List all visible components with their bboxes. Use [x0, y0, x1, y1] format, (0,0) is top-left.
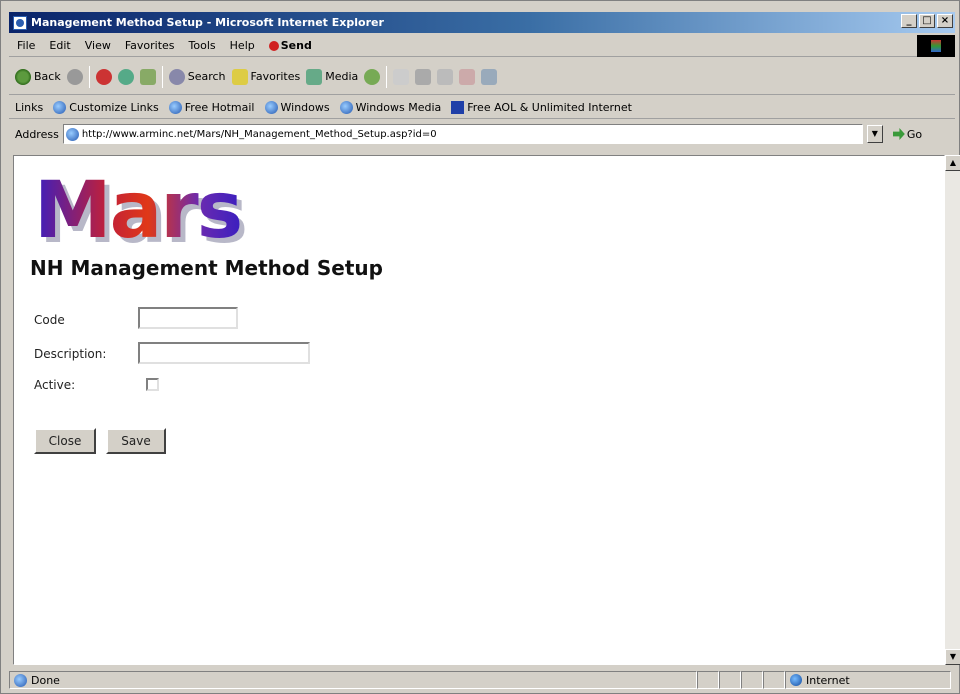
print-icon[interactable] — [415, 68, 432, 85]
discuss-icon[interactable] — [459, 68, 476, 85]
refresh-icon[interactable] — [117, 68, 134, 85]
status-bar: Done Internet — [9, 669, 955, 691]
browser-window: Management Method Setup - Microsoft Inte… — [0, 0, 960, 694]
toolbar-separator — [386, 65, 388, 88]
back-button[interactable]: Back — [15, 68, 61, 85]
window-title: Management Method Setup - Microsoft Inte… — [31, 16, 384, 29]
zone-label: Internet — [806, 673, 850, 687]
media-button[interactable]: Media — [306, 68, 359, 85]
links-bar: Links Customize Links Free Hotmail Windo… — [9, 97, 955, 119]
maximize-button[interactable]: □ — [919, 14, 935, 28]
search-icon — [168, 68, 185, 85]
menu-edit[interactable]: Edit — [49, 39, 70, 52]
menu-favorites[interactable]: Favorites — [125, 39, 175, 52]
send-icon — [268, 40, 279, 51]
active-checkbox[interactable] — [146, 378, 159, 391]
favorites-label: Favorites — [250, 70, 301, 83]
favorites-star-icon — [231, 68, 248, 85]
mars-logo: Mars — [34, 166, 243, 256]
description-input[interactable] — [138, 342, 310, 364]
vertical-scrollbar[interactable]: ▲ ▼ — [945, 155, 960, 665]
link-hotmail[interactable]: Free Hotmail — [168, 101, 255, 114]
go-button[interactable]: Go — [892, 127, 923, 141]
forward-arrow-icon[interactable] — [66, 68, 83, 85]
close-button[interactable]: Close — [34, 428, 96, 454]
go-arrow-icon — [892, 128, 905, 140]
ie-page-icon — [264, 101, 278, 114]
ie-page-icon — [53, 101, 67, 114]
link-windows[interactable]: Windows — [264, 101, 330, 114]
status-text-cell: Done — [9, 671, 697, 689]
description-label: Description: — [34, 347, 107, 361]
security-zone-cell: Internet — [785, 671, 951, 689]
send-label: Send — [280, 39, 312, 52]
search-label: Search — [187, 70, 226, 83]
media-icon — [306, 68, 323, 85]
address-url: http://www.arminc.net/Mars/NH_Management… — [81, 128, 437, 140]
favorites-button[interactable]: Favorites — [231, 68, 301, 85]
ie-page-icon — [168, 101, 182, 114]
link-label: Windows — [280, 101, 330, 114]
scroll-down-button[interactable]: ▼ — [945, 649, 960, 665]
standard-toolbar: Back Search Favorites Media — [9, 59, 955, 95]
menu-help[interactable]: Help — [230, 39, 255, 52]
toolbar-separator — [161, 65, 163, 88]
address-bar: Address http://www.arminc.net/Mars/NH_Ma… — [9, 121, 955, 147]
back-arrow-icon — [15, 68, 31, 85]
links-label: Links — [15, 101, 44, 114]
toolbar-separator — [88, 65, 90, 88]
save-button[interactable]: Save — [106, 428, 166, 454]
address-input[interactable]: http://www.arminc.net/Mars/NH_Management… — [62, 124, 863, 144]
media-label: Media — [325, 70, 359, 83]
menu-file[interactable]: File — [17, 39, 35, 52]
status-text: Done — [31, 673, 60, 687]
status-pane — [697, 671, 719, 689]
menu-view[interactable]: View — [85, 39, 111, 52]
address-label: Address — [15, 127, 59, 141]
status-pane — [741, 671, 763, 689]
send-menu-button[interactable]: Send — [268, 39, 312, 52]
search-button[interactable]: Search — [168, 68, 226, 85]
link-aol[interactable]: Free AOL & Unlimited Internet — [451, 101, 632, 114]
ie-page-icon — [65, 127, 79, 141]
minimize-button[interactable]: _ — [901, 14, 917, 28]
status-pane — [719, 671, 741, 689]
scroll-up-button[interactable]: ▲ — [945, 155, 960, 171]
link-label: Customize Links — [69, 101, 159, 114]
link-label: Free AOL & Unlimited Internet — [467, 101, 632, 114]
link-windows-media[interactable]: Windows Media — [339, 101, 442, 114]
link-label: Windows Media — [355, 101, 442, 114]
internet-zone-icon — [790, 674, 802, 686]
go-label: Go — [906, 127, 923, 141]
home-icon[interactable] — [139, 68, 156, 85]
status-pane — [763, 671, 785, 689]
mail-icon[interactable] — [393, 68, 410, 85]
ie-app-icon — [13, 15, 27, 30]
ie-page-icon — [339, 101, 353, 114]
active-label: Active: — [34, 378, 76, 392]
title-bar: Management Method Setup - Microsoft Inte… — [9, 12, 955, 33]
link-customize[interactable]: Customize Links — [53, 101, 159, 114]
link-label: Free Hotmail — [184, 101, 255, 114]
code-input[interactable] — [138, 307, 238, 329]
messenger-icon[interactable] — [481, 68, 498, 85]
stop-icon[interactable] — [95, 68, 112, 85]
aol-icon — [451, 101, 465, 114]
ie-page-icon — [14, 673, 27, 687]
page-title: NH Management Method Setup — [30, 256, 383, 280]
code-label: Code — [34, 313, 65, 327]
address-dropdown-button[interactable]: ▼ — [866, 125, 883, 143]
history-icon[interactable] — [364, 68, 381, 85]
edit-icon[interactable] — [437, 68, 454, 85]
back-label: Back — [34, 70, 61, 83]
windows-logo-throbber — [917, 35, 955, 57]
menu-bar: File Edit View Favorites Tools Help Send — [9, 35, 955, 57]
page-content: Mars NH Management Method Setup Code Des… — [13, 155, 945, 665]
menu-tools[interactable]: Tools — [189, 39, 216, 52]
close-window-button[interactable]: × — [937, 14, 953, 28]
window-controls: _ □ × — [901, 14, 953, 28]
